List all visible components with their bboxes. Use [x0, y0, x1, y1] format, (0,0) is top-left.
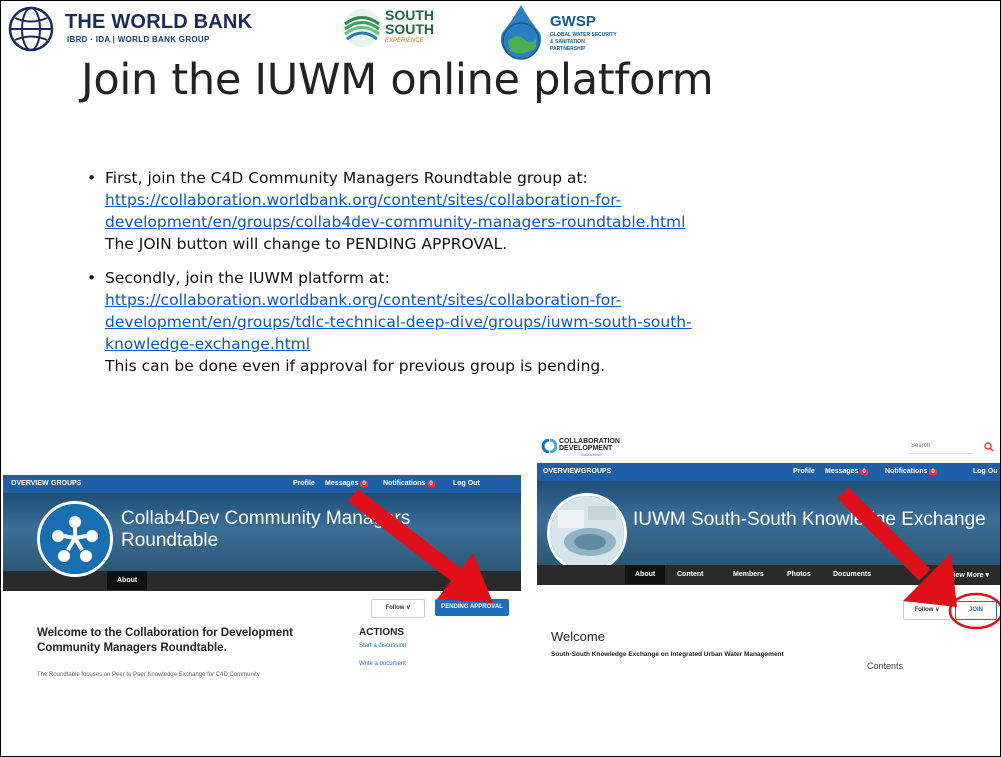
c4d-roundtable-link-line[interactable]: development/en/groups/collab4dev-communi… [105, 211, 927, 233]
roundtable-description: The Roundtable focuses on Peer to Peer K… [37, 672, 260, 678]
red-arrow-icon [837, 487, 957, 607]
welcome-heading-line1: Welcome to the Collaboration for Develop… [37, 627, 294, 639]
gwsp-title: GWSP [550, 13, 596, 30]
south-south-line3: EXPERIENCE [385, 38, 424, 44]
collab-star-icon [40, 504, 110, 574]
south-south-logo: SOUTH SOUTH EXPERIENCE [341, 5, 461, 55]
world-bank-title: THE WORLD BANK [65, 11, 253, 33]
world-bank-subtitle: IBRD · IDA | WORLD BANK GROUP [67, 35, 210, 44]
bullet-note: The JOIN button will change to PENDING A… [105, 235, 508, 253]
tab-content[interactable]: Content [677, 571, 703, 578]
globe-icon [8, 6, 54, 52]
action-write-document[interactable]: Write a document [359, 661, 406, 667]
messages-badge: 0 [860, 469, 868, 475]
water-plant-photo-icon [550, 496, 624, 570]
bullet-intro: Secondly, join the IUWM platform at: [105, 269, 390, 287]
actions-title: ACTIONS [359, 627, 404, 638]
c4d-roundtable-link-line[interactable]: https://collaboration.worldbank.org/cont… [105, 189, 927, 211]
iuwm-platform-link-line[interactable]: knowledge-exchange.html [105, 333, 927, 355]
action-start-discussion[interactable]: Start a discussion [359, 643, 406, 649]
south-south-swirl-icon [343, 9, 381, 47]
tab-photos[interactable]: Photos [787, 571, 811, 578]
iuwm-platform-link-line[interactable]: https://collaboration.worldbank.org/cont… [105, 289, 927, 311]
search-input[interactable] [909, 439, 973, 454]
group-avatar [547, 493, 627, 573]
group-avatar [37, 501, 113, 577]
nav-groups[interactable]: GROUPS [581, 468, 611, 475]
slide-title: Join the IUWM online platform [81, 55, 714, 105]
bullet-intro: First, join the C4D Community Managers R… [105, 169, 588, 187]
collab-logo-line1: COLLABORATION [559, 438, 620, 445]
contents-label: Contents [867, 661, 904, 671]
nav-logout[interactable]: Log Ou [973, 468, 998, 475]
nav-messages-label: Messages [825, 468, 859, 475]
iuwm-description: South-South Knowledge Exchange on Integr… [551, 651, 784, 658]
welcome-heading: Welcome [551, 629, 605, 644]
bullet-note: This can be done even if approval for pr… [105, 357, 606, 375]
bullet-list: First, join the C4D Community Managers R… [87, 167, 927, 386]
gwsp-subtitle: GLOBAL WATER SECURITY & SANITATION PARTN… [550, 32, 617, 52]
nav-profile[interactable]: Profile [793, 468, 815, 475]
collab-logo-line2: DEVELOPMENT [559, 445, 613, 452]
top-nav: OVERVIEW GROUPS Profile Messages 0 Notifi… [537, 463, 1000, 481]
nav-messages[interactable]: Messages 0 [825, 468, 868, 475]
iuwm-platform-link-line[interactable]: development/en/groups/tdlc-technical-dee… [105, 311, 927, 333]
search-icon[interactable] [984, 442, 994, 452]
nav-overview[interactable]: OVERVIEW [11, 480, 49, 487]
nav-profile[interactable]: Profile [293, 480, 315, 487]
nav-notifications[interactable]: Notifications 0 [885, 468, 937, 475]
banner-title-line2: Roundtable [121, 530, 219, 551]
nav-notifications-label: Notifications [885, 468, 928, 475]
notifications-badge: 0 [929, 469, 937, 475]
collab-logo-line3: WORLD BANK [581, 453, 602, 457]
world-bank-logo: THE WORLD BANK IBRD · IDA | WORLD BANK G… [7, 5, 297, 53]
bullet-item: First, join the C4D Community Managers R… [87, 167, 927, 255]
south-south-line2: SOUTH [385, 21, 434, 37]
tab-members[interactable]: Members [733, 571, 764, 578]
tab-about[interactable]: About [625, 565, 666, 584]
tab-about[interactable]: About [107, 571, 148, 590]
collaboration-logo-icon [541, 439, 557, 453]
red-arrow-icon [348, 488, 493, 603]
nav-overview[interactable]: OVERVIEW [543, 468, 581, 475]
welcome-heading-line2: Community Managers Roundtable. [37, 642, 227, 654]
nav-groups[interactable]: GROUPS [51, 480, 81, 487]
south-south-line1: SOUTH [385, 7, 434, 23]
bullet-item: Secondly, join the IUWM platform at: htt… [87, 267, 927, 377]
slide: THE WORLD BANK IBRD · IDA | WORLD BANK G… [0, 0, 1001, 757]
